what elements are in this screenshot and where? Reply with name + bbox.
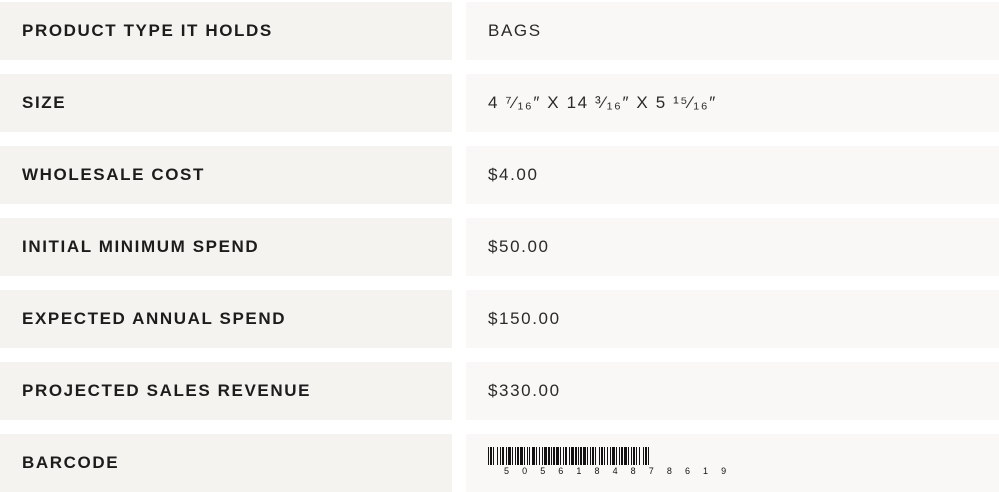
barcode-bar bbox=[506, 447, 507, 465]
barcode-bar bbox=[639, 447, 640, 465]
barcode-digits: 5 0 5 6 1 8 4 8 7 8 6 1 9 bbox=[504, 466, 739, 476]
barcode-bar bbox=[599, 447, 600, 465]
barcode-digit: 1 bbox=[576, 466, 583, 476]
barcode-bar bbox=[563, 447, 564, 465]
barcode-bar bbox=[500, 447, 501, 465]
barcode-bar bbox=[631, 447, 632, 465]
barcode-digit: 6 bbox=[684, 466, 692, 476]
spec-label: PRODUCT TYPE IT HOLDS bbox=[0, 2, 452, 60]
barcode-bar bbox=[497, 447, 498, 465]
barcode-bar bbox=[580, 447, 582, 465]
barcode-bar bbox=[569, 447, 570, 465]
barcode-bar bbox=[571, 447, 574, 465]
barcode-digit: 7 bbox=[648, 466, 656, 476]
barcode-bar bbox=[515, 447, 516, 465]
barcode-bar bbox=[548, 447, 550, 465]
barcode-bar bbox=[536, 447, 537, 465]
barcode-bar bbox=[527, 447, 528, 465]
barcode-bar bbox=[619, 447, 620, 465]
spec-row-initial-minimum-spend: INITIAL MINIMUM SPEND $50.00 bbox=[0, 218, 999, 276]
product-spec-table: PRODUCT TYPE IT HOLDS BAGS SIZE 4 ⁷⁄₁₆″ … bbox=[0, 0, 999, 492]
spec-row-expected-annual-spend: EXPECTED ANNUAL SPEND $150.00 bbox=[0, 290, 999, 348]
barcode-bar bbox=[565, 447, 567, 465]
barcode-bar bbox=[604, 447, 605, 465]
barcode-bar bbox=[590, 447, 591, 465]
barcode-bar bbox=[539, 447, 540, 465]
spec-value: $4.00 bbox=[466, 146, 999, 204]
barcode-bar bbox=[648, 447, 649, 465]
spec-row-projected-sales-revenue: PROJECTED SALES REVENUE $330.00 bbox=[0, 362, 999, 420]
barcode-bar bbox=[529, 447, 530, 465]
barcode-bar bbox=[636, 447, 637, 465]
barcode-bar bbox=[612, 447, 615, 465]
barcode-bar bbox=[616, 447, 617, 465]
spec-value: $150.00 bbox=[466, 290, 999, 348]
barcode-bar bbox=[607, 447, 608, 465]
barcode-bar bbox=[542, 447, 543, 465]
barcode-bar bbox=[532, 447, 535, 465]
barcode-bar bbox=[512, 447, 513, 465]
barcode-bar bbox=[493, 447, 494, 465]
barcode-bar bbox=[643, 447, 644, 465]
spec-row-wholesale-cost: WHOLESALE COST $4.00 bbox=[0, 146, 999, 204]
barcode-bar bbox=[645, 447, 647, 465]
barcode-bar bbox=[601, 447, 603, 465]
barcode-digit: 8 bbox=[594, 466, 602, 476]
barcode-bar bbox=[556, 447, 559, 465]
barcode-digit: 9 bbox=[721, 466, 728, 476]
barcode: 5 0 5 6 1 8 4 8 7 8 6 1 9 bbox=[488, 447, 778, 477]
spec-value: 4 ⁷⁄₁₆″ X 14 ³⁄₁₆″ X 5 ¹⁵⁄₁₆″ bbox=[466, 74, 999, 132]
spec-value: BAGS bbox=[466, 2, 999, 60]
spec-label: WHOLESALE COST bbox=[0, 146, 452, 204]
barcode-digit: 8 bbox=[666, 466, 674, 476]
barcode-bar bbox=[560, 447, 561, 465]
barcode-bar bbox=[544, 447, 547, 465]
barcode-bar bbox=[520, 447, 523, 465]
barcode-digit: 5 bbox=[504, 466, 511, 476]
spec-value: $330.00 bbox=[466, 362, 999, 420]
barcode-digit: 1 bbox=[703, 466, 710, 476]
barcode-digit: 8 bbox=[630, 466, 638, 476]
barcode-bar bbox=[551, 447, 552, 465]
barcode-bar bbox=[610, 447, 611, 465]
barcode-bar bbox=[587, 447, 588, 465]
barcode-bar bbox=[502, 447, 504, 465]
barcode-bar bbox=[553, 447, 555, 465]
spec-row-product-type: PRODUCT TYPE IT HOLDS BAGS bbox=[0, 2, 999, 60]
spec-label: EXPECTED ANNUAL SPEND bbox=[0, 290, 452, 348]
barcode-bar bbox=[595, 447, 596, 465]
spec-label: INITIAL MINIMUM SPEND bbox=[0, 218, 452, 276]
barcode-cell: 5 0 5 6 1 8 4 8 7 8 6 1 9 bbox=[466, 434, 999, 492]
spec-value: $50.00 bbox=[466, 218, 999, 276]
barcode-digit: 6 bbox=[558, 466, 565, 476]
barcode-bar bbox=[633, 447, 635, 465]
barcode-bars bbox=[488, 447, 649, 465]
barcode-bar bbox=[592, 447, 594, 465]
barcode-bar bbox=[628, 447, 629, 465]
barcode-digit: 5 bbox=[540, 466, 547, 476]
barcode-digit: 4 bbox=[612, 466, 620, 476]
barcode-bar bbox=[524, 447, 525, 465]
barcode-bar bbox=[621, 447, 623, 465]
barcode-bar bbox=[624, 447, 627, 465]
barcode-digit: 0 bbox=[522, 466, 529, 476]
spec-row-barcode: BARCODE 5 0 5 6 1 8 4 8 7 8 6 1 9 bbox=[0, 434, 999, 492]
barcode-bar bbox=[508, 447, 511, 465]
spec-row-size: SIZE 4 ⁷⁄₁₆″ X 14 ³⁄₁₆″ X 5 ¹⁵⁄₁₆″ bbox=[0, 74, 999, 132]
barcode-bar bbox=[490, 447, 492, 465]
barcode-bar bbox=[488, 447, 489, 465]
barcode-bar bbox=[583, 447, 586, 465]
spec-label: SIZE bbox=[0, 74, 452, 132]
barcode-bar bbox=[517, 447, 519, 465]
spec-label: PROJECTED SALES REVENUE bbox=[0, 362, 452, 420]
barcode-bar bbox=[575, 447, 577, 465]
barcode-bar bbox=[578, 447, 579, 465]
spec-label: BARCODE bbox=[0, 434, 452, 492]
